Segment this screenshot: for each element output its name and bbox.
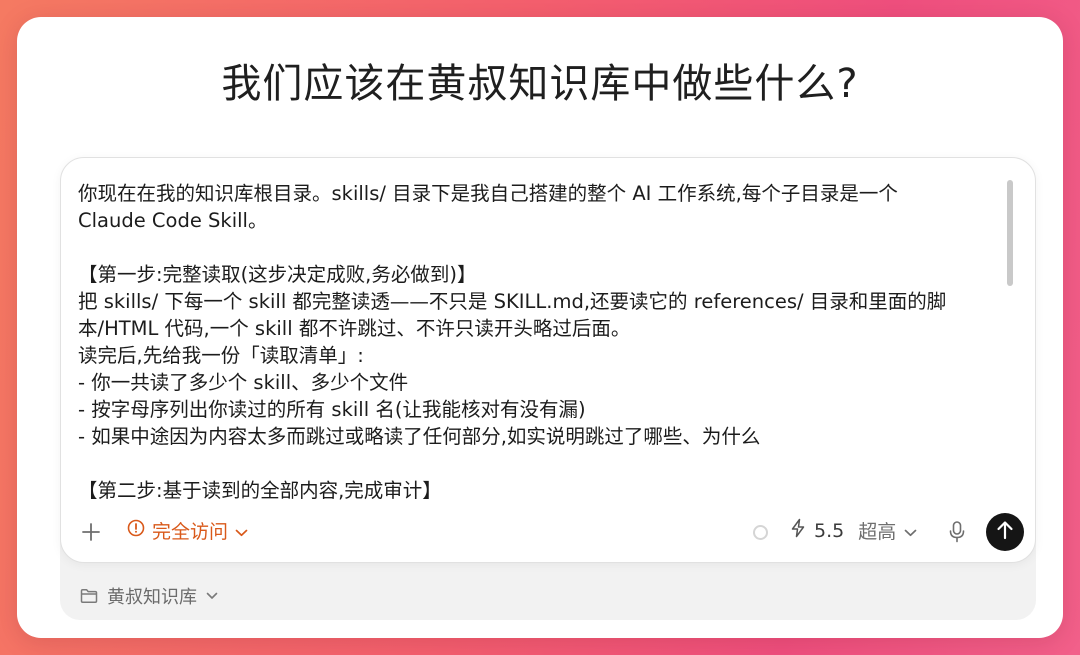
new-thread-panel: 我们应该在黄叔知识库中做些什么? 黄叔知识库 你现在在我的知识库根目录。skil… [17,17,1063,638]
prompt-line: - 你一共读了多少个 skill、多少个文件 [78,371,409,394]
voice-input-button[interactable] [947,520,967,544]
context-status-indicator[interactable] [753,525,768,540]
model-version: 5.5 [814,519,845,542]
chevron-down-icon [904,520,917,542]
prompt-line: 你现在在我的知识库根目录。skills/ 目录下是我自己搭建的整个 AI 工作系… [78,182,898,205]
chevron-down-icon [206,592,218,600]
prompt-line [78,234,998,261]
prompt-textarea[interactable]: 你现在在我的知识库根目录。skills/ 目录下是我自己搭建的整个 AI 工作系… [78,180,998,502]
plus-icon [79,523,103,548]
send-button[interactable] [986,513,1024,551]
prompt-line: 【第一步:完整读取(这步决定成败,务必做到)】 [78,263,477,286]
scrollbar[interactable] [1007,180,1013,286]
chevron-down-icon [235,520,248,542]
prompt-line: - 如果中途因为内容太多而跳过或略读了任何部分,如实说明跳过了哪些、为什么 [78,425,761,448]
arrow-up-icon [996,520,1014,544]
composer-toolbar: 完全访问 5.5 超高 [61,512,1035,552]
prompt-line: 把 skills/ 下每一个 skill 都完整读透——不只是 SKILL.md… [78,290,947,313]
prompt-line: 读完后,先给我一份「读取清单」: [78,344,364,367]
effort-level: 超高 [858,521,897,543]
add-attachment-button[interactable] [79,520,103,544]
prompt-line: 【第二步:基于读到的全部内容,完成审计】 [78,479,442,502]
project-name: 黄叔知识库 [107,587,197,608]
microphone-icon [947,521,967,548]
access-level-label: 完全访问 [152,521,229,543]
folder-icon [80,588,98,604]
page-title: 我们应该在黄叔知识库中做些什么? [221,61,859,107]
alert-circle-icon [127,519,145,542]
prompt-line: 本/HTML 代码,一个 skill 都不许跳过、不许只读开头略过后面。 [78,317,631,340]
project-selector[interactable]: 黄叔知识库 [80,583,218,609]
prompt-line: Claude Code Skill。 [78,209,268,232]
prompt-composer: 你现在在我的知识库根目录。skills/ 目录下是我自己搭建的整个 AI 工作系… [60,157,1036,563]
prompt-line [78,450,998,477]
access-level-button[interactable]: 完全访问 [127,517,248,544]
model-selector[interactable]: 5.5 超高 [790,517,917,544]
prompt-line: - 按字母序列出你读过的所有 skill 名(让我能核对有没有漏) [78,398,586,421]
lightning-icon [790,518,806,543]
